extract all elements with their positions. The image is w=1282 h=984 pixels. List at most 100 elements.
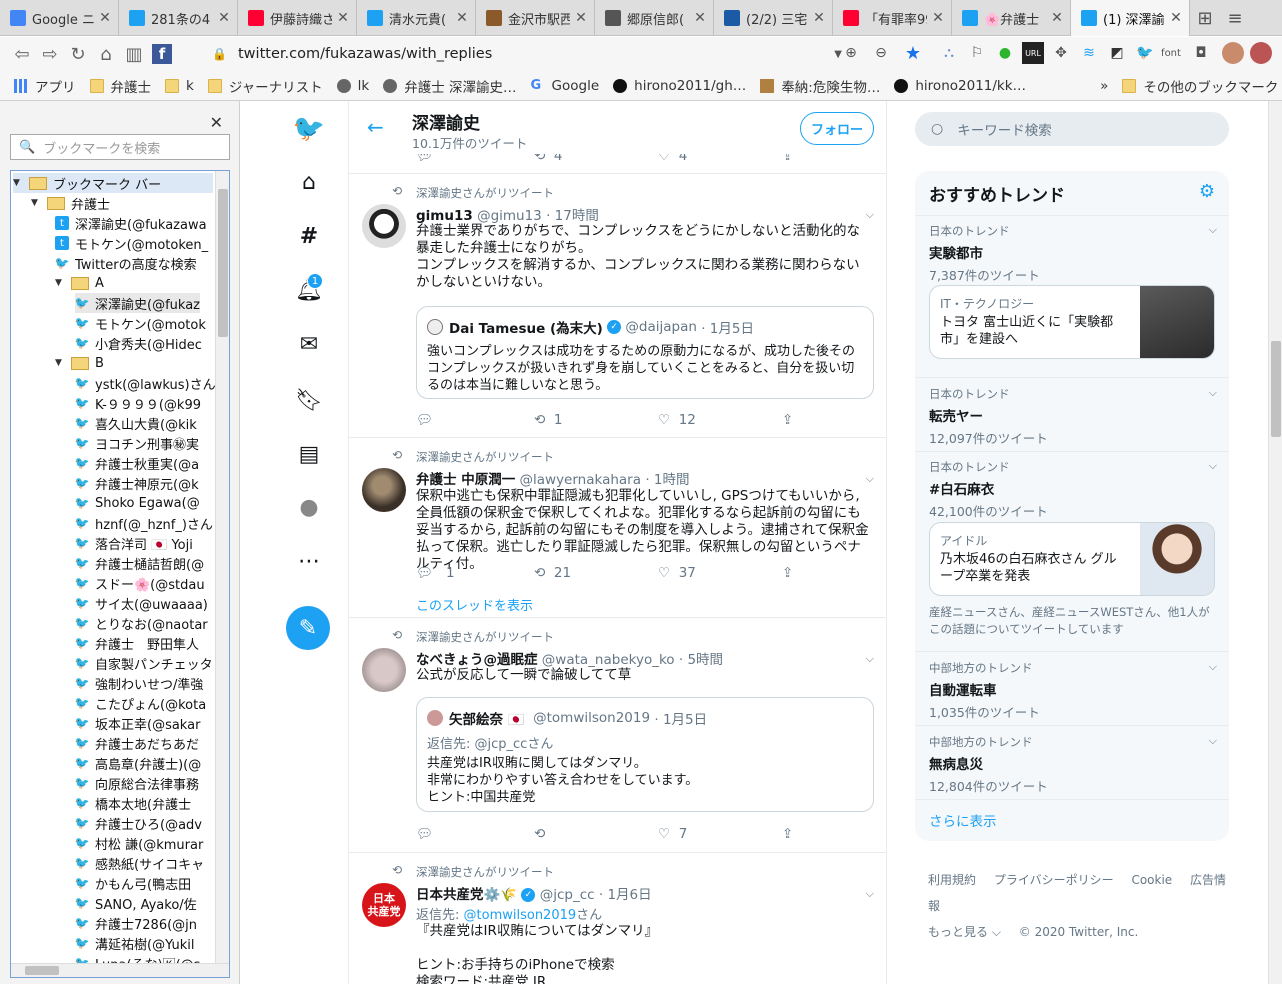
bookmark-item[interactable]: 🐦 こたぴょん(@kota — [75, 693, 207, 713]
trend-news-card[interactable]: IT・テクノロジー トヨタ 富士山近くに「実験都市」を建設へ — [929, 285, 1215, 359]
bookmark-item[interactable]: 🐦 K-９９９９(@k99 — [75, 393, 201, 413]
bookmark-item[interactable]: 🐦 喜久山大貴(@kik — [75, 413, 197, 433]
close-icon[interactable]: ✕ — [574, 10, 588, 26]
bookmark-item[interactable]: 🐦 弁護士7286(@jn — [75, 913, 197, 933]
tab[interactable]: 🌸弁護士 ✕ — [952, 0, 1071, 36]
expand-triangle-icon[interactable]: ▼ — [31, 198, 43, 208]
font-icon[interactable]: font — [1160, 42, 1182, 64]
tweet-time[interactable]: · 1月6日 — [599, 887, 652, 903]
bookmark-item[interactable]: lk — [336, 78, 369, 94]
bookmark-item[interactable]: 🐦 高島章(弁護士)(@ — [75, 753, 202, 773]
gear-icon[interactable]: ⚙ — [1199, 181, 1215, 202]
bookmark-item[interactable]: 🐦 溝延祐樹(@Yukil — [75, 933, 195, 953]
move-icon[interactable]: ✥ — [1050, 42, 1072, 64]
bookmark-item[interactable]: 🐦 とりなお(@naotar — [75, 613, 208, 633]
chevron-down-icon[interactable]: ⌵ — [866, 208, 874, 222]
compose-tweet-button[interactable]: ✎ — [286, 606, 330, 650]
tab[interactable]: 郷原信郎(✕ — [595, 0, 714, 36]
trend-item[interactable]: 日本のトレンド #白石麻衣 42,100件のツイート ⌵ — [929, 459, 1219, 520]
bookmark-item[interactable]: hirono2011/gh… — [613, 78, 746, 94]
tab[interactable]: (2/2) 三宅 ✕ — [714, 0, 833, 36]
bookmarks-icon[interactable]: 🔖︎ — [295, 386, 323, 414]
bookmark-folder[interactable]: ▼ 弁護士 — [31, 193, 110, 213]
expand-triangle-icon[interactable]: ▼ — [13, 178, 25, 188]
bookmark-item[interactable]: 🐦 SANO, Ayako/佐 — [75, 893, 197, 913]
star-icon[interactable]: ★ — [902, 42, 924, 64]
profile-avatar-icon[interactable]: ● — [295, 493, 323, 521]
bookmark-item[interactable]: G Google — [531, 78, 600, 94]
bookmark-item[interactable]: t 深澤諭史(@fukazawa — [55, 213, 207, 233]
bookmark-folder[interactable]: k — [165, 78, 194, 94]
like-button[interactable]: ♡ 37 — [658, 565, 782, 581]
close-icon[interactable]: ✕ — [98, 10, 112, 26]
retweet-icon[interactable]: ⟲ — [534, 826, 658, 842]
bookmark-item[interactable]: 🐦 弁護士あだちあだ — [75, 733, 199, 753]
trend-item[interactable]: 中部地方のトレンド 自動運転車 1,035件のツイート ⌵ — [929, 660, 1219, 721]
bookmark-item[interactable]: 🐦 弁護士秋重実(@a — [75, 453, 200, 473]
author-name[interactable]: gimu13 — [416, 208, 473, 224]
extension-icon[interactable]: ⛬ — [938, 42, 960, 64]
footer-link[interactable]: 利用規約 — [928, 873, 976, 887]
expand-triangle-icon[interactable]: ▼ — [55, 278, 67, 288]
bookmark-item[interactable]: 奉納:危険生物… — [760, 76, 880, 96]
tab[interactable]: (1) 深澤諭 ✕ — [1071, 0, 1190, 36]
evernote-icon[interactable]: ● — [994, 42, 1016, 64]
bookmark-folder[interactable]: ▼ ブックマーク バー — [13, 173, 213, 193]
scrollbar-thumb[interactable] — [25, 966, 59, 975]
chevron-down-icon[interactable]: ⌵ — [1209, 386, 1217, 400]
quoted-tweet[interactable]: 矢部絵奈 🇯🇵 @tomwilson2019 · 1月5日 返信先: @jcp_… — [416, 697, 874, 812]
address-bar[interactable]: 🔒 twitter.com/fukazawas/with_replies ▼ — [212, 41, 842, 67]
bookmark-item[interactable]: 🐦 Shoko Egawa(@ — [75, 493, 200, 513]
bookmark-item[interactable]: 🐦 弁護士神原元(@k — [75, 473, 199, 493]
like-button[interactable]: ♡ 12 — [658, 412, 782, 428]
avatar[interactable] — [362, 204, 406, 248]
tweet[interactable]: ⟲ 深澤諭史さんがリツイート 日本 共産党 日本共産党⚙️🌾 ✓ @jcp_cc ·… — [349, 853, 886, 984]
show-more-link[interactable]: さらに表示 — [929, 810, 997, 830]
tab[interactable]: Google ニ ✕ — [0, 0, 119, 36]
close-icon[interactable]: ✕ — [693, 10, 707, 26]
close-icon[interactable]: ✕ — [336, 10, 350, 26]
lists-icon[interactable]: ▤ — [295, 440, 323, 468]
bookmark-item[interactable]: 🐦 かもん弓(鴨志田 — [75, 873, 192, 893]
bookmark-item[interactable]: 🐦 感熱紙(サイコキャ — [75, 853, 205, 873]
follow-button[interactable]: フォロー — [800, 112, 874, 145]
trend-item[interactable]: 中部地方のトレンド 無病息災 12,804件のツイート ⌵ — [929, 734, 1219, 795]
home-icon[interactable]: ⌂ — [92, 40, 120, 68]
reload-icon[interactable]: ↻ — [64, 40, 92, 68]
chevron-down-icon[interactable]: ⌵ — [1209, 459, 1217, 473]
avatar[interactable]: 日本 共産党 — [362, 883, 406, 927]
tab[interactable]: 281条の4 ✕ — [119, 0, 238, 36]
bookmark-item[interactable]: 🐦 坂本正幸(@sakar — [75, 713, 201, 733]
bookmark-folder[interactable]: ▼ B — [55, 353, 104, 373]
bookmark-item[interactable]: 🐦 落合洋司 🇯🇵 Yoji — [75, 533, 193, 553]
twitter-icon[interactable]: 🐦 — [1134, 42, 1156, 64]
bookmark-item[interactable]: 🐦 向原総合法律事務 — [75, 773, 199, 793]
like-button[interactable]: ♡ 7 — [658, 826, 782, 842]
share-icon[interactable]: ⇪ — [782, 412, 793, 428]
bookmark-folder-other[interactable]: その他のブックマーク — [1122, 76, 1278, 96]
bookmark-item[interactable]: 🐦 弁護士 野田隼人 — [75, 633, 199, 653]
chevron-down-icon[interactable]: ⌵ — [866, 472, 874, 486]
reply-icon[interactable]: 💬︎ — [416, 826, 534, 842]
more-icon[interactable]: ⋯ — [295, 547, 323, 575]
close-icon[interactable]: ✕ — [931, 10, 945, 26]
bookmark-folder[interactable]: ジャーナリスト — [207, 76, 323, 96]
back-arrow-icon[interactable]: ← — [367, 115, 384, 139]
bookmark-item[interactable]: 🐦 モトケン(@motok — [75, 313, 206, 333]
reply-to-handle[interactable]: @tomwilson2019 — [464, 908, 577, 923]
avatar[interactable] — [362, 648, 406, 692]
quoted-tweet[interactable]: Dai Tamesue (為末大) ✓ @daijapan · 1月5日 強いコ… — [416, 306, 874, 399]
footer-link[interactable]: プライバシーポリシー — [994, 873, 1114, 887]
tweet-time[interactable]: · 17時間 — [546, 208, 599, 224]
share-icon[interactable]: ⇪ — [782, 826, 793, 842]
trend-item[interactable]: 日本のトレンド 実験都市 7,387件のツイート ⌵ — [929, 223, 1219, 284]
bookmark-item[interactable]: 弁護士 深澤諭史… — [383, 76, 517, 96]
bookmark-item[interactable]: 🐦 サイ太(@uwaaaa) — [75, 593, 208, 613]
bookmark-item[interactable]: 🐦 弁護士ひろ(@adv — [75, 813, 202, 833]
bookmark-item[interactable]: 🐦 強制わいせつ/準強 — [75, 673, 204, 693]
chevron-down-icon[interactable]: ⌵ — [1209, 660, 1217, 674]
bookmark-manager-icon[interactable]: ▥ — [120, 40, 148, 68]
zoom-in-icon[interactable]: ⊕ — [840, 42, 862, 64]
avatar[interactable] — [1250, 42, 1272, 64]
search-input[interactable]: ○ キーワード検索 — [915, 112, 1229, 146]
